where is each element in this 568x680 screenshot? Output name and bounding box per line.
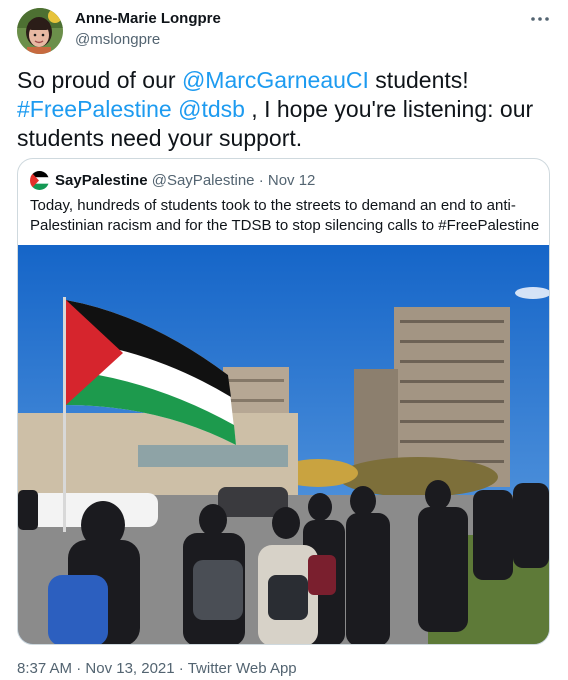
quoted-header: SayPalestine @SayPalestine · Nov 12 bbox=[55, 171, 315, 190]
quoted-author-handle[interactable]: @SayPalestine bbox=[152, 172, 255, 189]
tweet-metadata: 8:37 AM · Nov 13, 2021 · Twitter Web App bbox=[17, 660, 297, 677]
separator-dot: · bbox=[76, 660, 82, 677]
quoted-hashtag: #FreePalestine bbox=[438, 217, 540, 234]
author-handle[interactable]: @mslongpre bbox=[75, 31, 160, 48]
tweet-text-segment: So proud of our bbox=[17, 67, 182, 93]
hashtag-link[interactable]: #FreePalestine bbox=[17, 96, 172, 122]
avatar-image bbox=[17, 8, 63, 54]
palestine-flag-icon bbox=[30, 171, 49, 190]
tweet-source[interactable]: Twitter Web App bbox=[188, 660, 297, 677]
tweet-text-segment: students! bbox=[368, 67, 469, 93]
tweet-time[interactable]: 8:37 AM bbox=[17, 660, 72, 677]
tweet-date[interactable]: Nov 13, 2021 bbox=[85, 660, 174, 677]
author-name[interactable]: Anne-Marie Longpre bbox=[75, 10, 221, 27]
quoted-author-avatar[interactable] bbox=[30, 171, 49, 190]
more-options-button[interactable] bbox=[526, 8, 554, 30]
author-avatar[interactable] bbox=[17, 8, 63, 54]
tweet-text: So proud of our @MarcGarneauCI students!… bbox=[17, 66, 552, 153]
separator-dot: · bbox=[258, 172, 264, 189]
quoted-text: Today, hundreds of students took to the … bbox=[30, 196, 540, 236]
quoted-date[interactable]: Nov 12 bbox=[268, 172, 316, 189]
mention-link[interactable]: @MarcGarneauCI bbox=[182, 67, 369, 93]
tweet: Anne-Marie Longpre @mslongpre So proud o… bbox=[0, 0, 568, 680]
quoted-author-name[interactable]: SayPalestine bbox=[55, 172, 148, 189]
protest-photo[interactable] bbox=[18, 245, 549, 644]
mention-link[interactable]: @tdsb bbox=[178, 96, 245, 122]
more-dots-icon bbox=[531, 17, 549, 21]
photo-image bbox=[18, 245, 549, 644]
separator-dot: · bbox=[178, 660, 184, 677]
quoted-tweet[interactable]: SayPalestine @SayPalestine · Nov 12 Toda… bbox=[17, 158, 550, 645]
